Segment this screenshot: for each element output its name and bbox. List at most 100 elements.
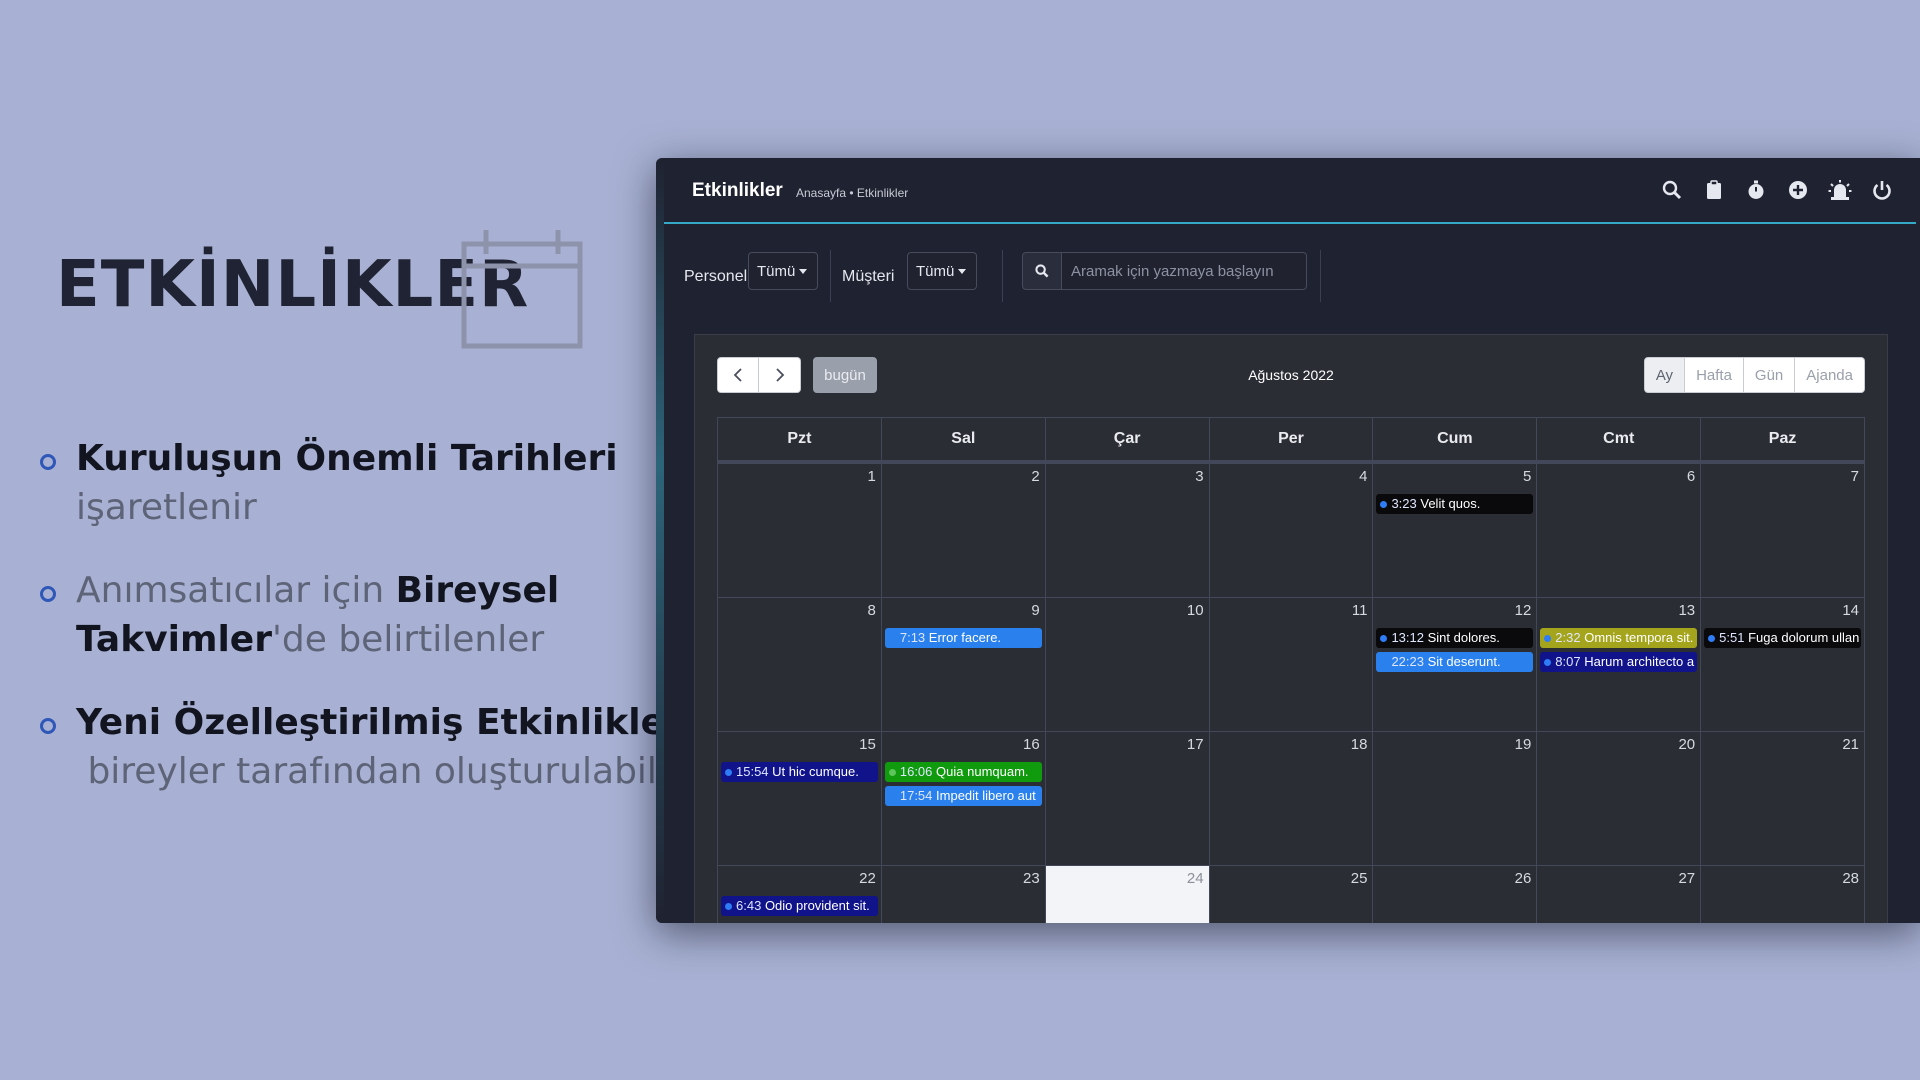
view-month-button[interactable]: Ay	[1643, 357, 1686, 393]
power-icon[interactable]	[1870, 178, 1894, 202]
day-number[interactable]: 9	[1031, 602, 1039, 619]
day-number[interactable]: 10	[1187, 602, 1204, 619]
calendar-event[interactable]: 5:51 Fuga dolorum ullan	[1704, 628, 1862, 648]
day-cell[interactable]: 5 3:23 Velit quos.	[1373, 464, 1538, 597]
breadcrumb[interactable]: Anasayfa • Etkinlikler	[796, 186, 908, 200]
day-cell[interactable]: 22 6:43 Odio provident sit.	[718, 866, 882, 923]
calendar-event[interactable]: 22:23 Sit deserunt.	[1376, 652, 1534, 672]
calendar-event[interactable]: 7:13 Error facere.	[884, 628, 1042, 648]
day-cell[interactable]: 17	[1046, 732, 1210, 865]
day-number[interactable]: 6	[1687, 468, 1695, 485]
day-cell[interactable]: 2	[882, 464, 1046, 597]
day-cell[interactable]: 24	[1045, 866, 1210, 923]
day-number[interactable]: 19	[1515, 736, 1532, 753]
search-button[interactable]	[1022, 252, 1062, 290]
day-number[interactable]: 12	[1515, 602, 1532, 619]
day-cell[interactable]: 23	[882, 866, 1046, 923]
day-number[interactable]: 28	[1842, 870, 1859, 887]
promo-bullet: Yeni Özelleştirilmiş Etkinlikler bireyle…	[36, 698, 682, 796]
day-number[interactable]: 16	[1023, 736, 1040, 753]
day-number[interactable]: 13	[1678, 602, 1695, 619]
view-week-button[interactable]: Hafta	[1685, 357, 1744, 393]
day-number[interactable]: 1	[868, 468, 876, 485]
promo-bullets: Kuruluşun Önemli Tarihleri işaretlenir A…	[36, 434, 682, 830]
day-cell[interactable]: 18	[1210, 732, 1374, 865]
day-number[interactable]: 22	[859, 870, 876, 887]
clipboard-icon[interactable]	[1702, 178, 1726, 202]
day-number[interactable]: 21	[1842, 736, 1859, 753]
day-number[interactable]: 23	[1023, 870, 1040, 887]
day-cell[interactable]: 13 2:32 Omnis tempora sit. 8:07 Harum arch…	[1537, 598, 1702, 731]
day-cell[interactable]: 4	[1210, 464, 1374, 597]
search-icon[interactable]	[1660, 178, 1684, 202]
day-cell[interactable]: 12 13:12 Sint dolores. 22:23 Sit deserunt.	[1373, 598, 1538, 731]
customer-filter-label: Müşteri	[842, 268, 895, 285]
event-dot-icon	[888, 635, 896, 643]
day-number[interactable]: 26	[1515, 870, 1532, 887]
day-number[interactable]: 17	[1187, 736, 1204, 753]
promo-bullet: Anımsatıcılar için Bireysel Takvimler'de…	[36, 566, 656, 664]
day-number[interactable]: 25	[1351, 870, 1368, 887]
view-agenda-button[interactable]: Ajanda	[1795, 357, 1865, 393]
day-number[interactable]: 27	[1678, 870, 1695, 887]
day-cell[interactable]: 3	[1046, 464, 1210, 597]
calendar-event[interactable]: 8:07 Harum architecto a	[1540, 652, 1698, 672]
stopwatch-icon[interactable]	[1744, 178, 1768, 202]
day-cell[interactable]: 14 5:51 Fuga dolorum ullan	[1701, 598, 1864, 731]
divider	[1320, 250, 1321, 302]
day-cell[interactable]: 26	[1373, 866, 1538, 923]
day-cell[interactable]: 1	[718, 464, 882, 597]
day-events: 15:54 Ut hic cumque.	[721, 762, 878, 786]
day-cell[interactable]: 20	[1537, 732, 1702, 865]
weekday-header: Per	[1210, 418, 1374, 460]
calendar-event[interactable]: 6:43 Odio provident sit.	[721, 896, 878, 916]
search-input[interactable]	[1061, 252, 1307, 290]
day-number[interactable]: 20	[1678, 736, 1695, 753]
day-cell[interactable]: 21	[1701, 732, 1864, 865]
staff-filter-dropdown[interactable]: Tümü	[748, 252, 818, 290]
day-number[interactable]: 7	[1851, 468, 1859, 485]
weekday-header: Çar	[1046, 418, 1210, 460]
day-cell[interactable]: 15 15:54 Ut hic cumque.	[718, 732, 882, 865]
calendar-event[interactable]: 16:06 Quia numquam.	[884, 762, 1042, 782]
day-number[interactable]: 3	[1195, 468, 1203, 485]
day-cell[interactable]: 7	[1701, 464, 1864, 597]
calendar-event[interactable]: 2:32 Omnis tempora sit.	[1540, 628, 1698, 648]
day-number[interactable]: 8	[868, 602, 876, 619]
day-number[interactable]: 18	[1351, 736, 1368, 753]
calendar-event[interactable]: 13:12 Sint dolores.	[1376, 628, 1534, 648]
day-number[interactable]: 14	[1842, 602, 1859, 619]
view-day-button[interactable]: Gün	[1743, 357, 1796, 393]
day-cell[interactable]: 6	[1537, 464, 1702, 597]
calendar-event[interactable]: 15:54 Ut hic cumque.	[721, 762, 878, 782]
topbar-icons	[1660, 178, 1894, 202]
day-number[interactable]: 5	[1523, 468, 1531, 485]
plus-circle-icon[interactable]	[1786, 178, 1810, 202]
day-cell[interactable]: 11	[1210, 598, 1374, 731]
day-cell[interactable]: 16 16:06 Quia numquam. 17:54 Impedit liber…	[882, 732, 1046, 865]
event-dot-icon	[888, 793, 896, 801]
day-cell[interactable]: 10	[1046, 598, 1210, 731]
day-cell[interactable]: 9 7:13 Error facere.	[882, 598, 1046, 731]
event-dot-icon	[1380, 659, 1388, 667]
day-number[interactable]: 4	[1359, 468, 1367, 485]
day-number[interactable]: 2	[1031, 468, 1039, 485]
weekday-header-row: Pzt Sal Çar Per Cum Cmt Paz	[718, 418, 1864, 464]
day-number[interactable]: 15	[859, 736, 876, 753]
calendar-event[interactable]: 17:54 Impedit libero aut	[884, 786, 1042, 806]
calendar-event[interactable]: 3:23 Velit quos.	[1376, 494, 1534, 514]
caret-down-icon	[799, 268, 808, 274]
event-time: 16:06	[899, 764, 933, 779]
day-cell[interactable]: 19	[1373, 732, 1538, 865]
staff-filter-value: Tümü	[757, 262, 796, 280]
day-number[interactable]: 11	[1352, 602, 1368, 619]
day-cell[interactable]: 25	[1210, 866, 1374, 923]
day-cell[interactable]: 27	[1537, 866, 1702, 923]
day-cell[interactable]: 28	[1701, 866, 1864, 923]
customer-filter-value: Tümü	[916, 262, 955, 280]
alarm-icon[interactable]	[1828, 178, 1852, 202]
event-title: Quia numquam.	[936, 764, 1029, 779]
customer-filter-dropdown[interactable]: Tümü	[907, 252, 977, 290]
day-number[interactable]: 24	[1187, 870, 1204, 887]
day-cell[interactable]: 8	[718, 598, 882, 731]
